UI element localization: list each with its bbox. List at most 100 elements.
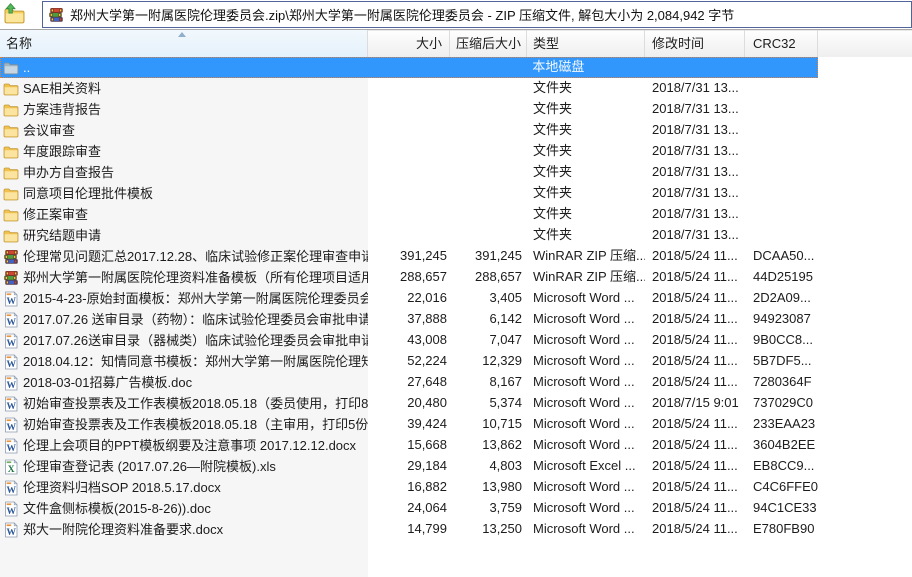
file-name: 伦理审查登记表 (2017.07.26—附院模板).xls [23,457,276,477]
table-row[interactable]: W文件盒侧标模板(2015-8-26)).doc24,0643,759Micro… [0,498,818,519]
table-row[interactable]: 同意项目伦理批件模板文件夹2018/7/31 13... [0,183,818,204]
svg-text:W: W [6,296,16,306]
cell-type: 本地磁盘 [526,58,644,77]
cell-size: 52,224 [368,351,450,372]
winrar-archive-icon [48,7,64,23]
cell-size: 22,016 [368,288,450,309]
file-name: 年度跟踪审查 [23,142,101,162]
table-row[interactable]: 郑州大学第一附属医院伦理资料准备模板（所有伦理项目适用...288,657288… [0,267,818,288]
word-document-icon: W [3,333,19,349]
table-row[interactable]: SAE相关资料 文件夹2018/7/31 13... [0,78,818,99]
cell-size: 29,184 [368,456,450,477]
table-row[interactable]: W2015-4-23-原始封面模板：郑州大学第一附属医院伦理委员会...22,0… [0,288,818,309]
cell-crc32 [745,183,818,204]
cell-crc32: 94923087 [745,309,818,330]
svg-text:W: W [6,506,16,516]
cell-type: 文件夹 [527,162,645,183]
table-row[interactable]: W伦理资料归档SOP 2018.5.17.docx16,88213,980Mic… [0,477,818,498]
svg-text:W: W [6,443,16,453]
cell-type: Microsoft Excel ... [527,456,645,477]
cell-modified: 2018/7/31 13... [645,225,745,246]
file-name: .. [23,59,30,77]
svg-text:W: W [6,317,16,327]
cell-crc32: 9B0CC8... [745,330,818,351]
file-name: 修正案审查 [23,205,88,225]
cell-size: 14,799 [368,519,450,540]
table-row[interactable]: W伦理上会项目的PPT模板纲要及注意事项 2017.12.12.docx15,6… [0,435,818,456]
file-name: 研究结题申请 [23,226,101,246]
file-name: 初始审查投票表及工作表模板2018.05.18（主审用，打印5份，... [23,415,368,435]
cell-packed: 10,715 [450,414,527,435]
word-document-icon: W [3,501,19,517]
cell-size [368,58,450,77]
cell-modified: 2018/5/24 11... [645,288,745,309]
cell-crc32: E780FB90 [745,519,818,540]
table-row[interactable]: 伦理常见问题汇总2017.12.28、临床试验修正案伦理审查申请...391,2… [0,246,818,267]
column-header-filler [818,30,912,57]
folder-icon [3,81,19,97]
cell-crc32: 44D25195 [745,267,818,288]
table-row[interactable]: 会议审查文件夹2018/7/31 13... [0,120,818,141]
cell-crc32 [745,120,818,141]
zip-archive-icon [3,270,19,286]
table-row[interactable]: W2018-03-01招募广告模板.doc27,6488,167Microsof… [0,372,818,393]
cell-type: Microsoft Word ... [527,372,645,393]
file-name: 同意项目伦理批件模板 [23,184,153,204]
table-row[interactable]: 年度跟踪审查文件夹2018/7/31 13... [0,141,818,162]
cell-crc32 [745,204,818,225]
table-row[interactable]: W2017.07.26 送审目录（药物）：临床试验伦理委员会审批申请...37,… [0,309,818,330]
table-row[interactable]: W 2017.07.26送审目录（器械类）临床试验伦理委员会审批申请...43,0… [0,330,818,351]
zip-archive-icon [3,249,19,265]
cell-size [368,120,450,141]
table-row[interactable]: W2018.04.12：知情同意书模板：郑州大学第一附属医院伦理知...52,2… [0,351,818,372]
cell-modified: 2018/7/31 13... [645,162,745,183]
cell-crc32 [745,225,818,246]
cell-packed: 13,250 [450,519,527,540]
word-document-icon: W [3,312,19,328]
cell-packed: 4,803 [450,456,527,477]
table-row[interactable]: W初始审查投票表及工作表模板2018.05.18（委员使用，打印8份...20,… [0,393,818,414]
address-bar[interactable]: 郑州大学第一附属医院伦理委员会.zip\郑州大学第一附属医院伦理委员会 - ZI… [42,1,912,28]
file-name: SAE相关资料 [23,79,101,99]
cell-modified: 2018/7/31 13... [645,78,745,99]
file-name: 2018.04.12：知情同意书模板：郑州大学第一附属医院伦理知... [23,352,368,372]
svg-text:W: W [6,527,16,537]
table-row-selected[interactable]: .. 本地磁盘 [0,57,818,78]
cell-size: 39,424 [368,414,450,435]
column-header-type[interactable]: 类型 [527,30,645,57]
table-row[interactable]: W郑大一附院伦理资料准备要求.docx14,79913,250Microsoft… [0,519,818,540]
cell-size: 16,882 [368,477,450,498]
file-name: 伦理常见问题汇总2017.12.28、临床试验修正案伦理审查申请... [23,247,368,267]
word-document-icon: W [3,438,19,454]
folder-icon [3,186,19,202]
table-row[interactable]: 申办方自查报告文件夹2018/7/31 13... [0,162,818,183]
cell-type: 文件夹 [527,78,645,99]
cell-modified: 2018/7/31 13... [645,120,745,141]
cell-type: Microsoft Word ... [527,309,645,330]
file-name: 初始审查投票表及工作表模板2018.05.18（委员使用，打印8份... [23,394,368,414]
svg-text:X: X [8,464,15,474]
cell-size: 43,008 [368,330,450,351]
table-row[interactable]: 修正案审查文件夹2018/7/31 13... [0,204,818,225]
file-name: 郑州大学第一附属医院伦理资料准备模板（所有伦理项目适用... [23,268,368,288]
word-document-icon: W [3,375,19,391]
column-header-size[interactable]: 大小 [368,30,450,57]
table-row[interactable]: W 初始审查投票表及工作表模板2018.05.18（主审用，打印5份，...39,… [0,414,818,435]
svg-text:W: W [6,338,16,348]
column-header-crc32[interactable]: CRC32 [745,30,818,57]
cell-crc32: 7280364F [745,372,818,393]
svg-text:W: W [6,422,16,432]
table-row[interactable]: 研究结题申请文件夹2018/7/31 13... [0,225,818,246]
table-row[interactable]: 方案违背报告文件夹2018/7/31 13... [0,99,818,120]
table-row[interactable]: X 伦理审查登记表 (2017.07.26—附院模板).xls 29,1844,80… [0,456,818,477]
word-document-icon: W [3,417,19,433]
folder-up-icon[interactable] [2,2,27,27]
cell-packed: 5,374 [450,393,527,414]
column-header-packed[interactable]: 压缩后大小 [450,30,527,57]
file-name: 2017.07.26送审目录（器械类）临床试验伦理委员会审批申请... [23,331,368,351]
cell-crc32 [744,58,817,77]
cell-modified: 2018/5/24 11... [645,477,745,498]
word-document-icon: W [3,354,19,370]
parent-folder-icon [3,60,19,76]
column-header-modified[interactable]: 修改时间 [645,30,745,57]
